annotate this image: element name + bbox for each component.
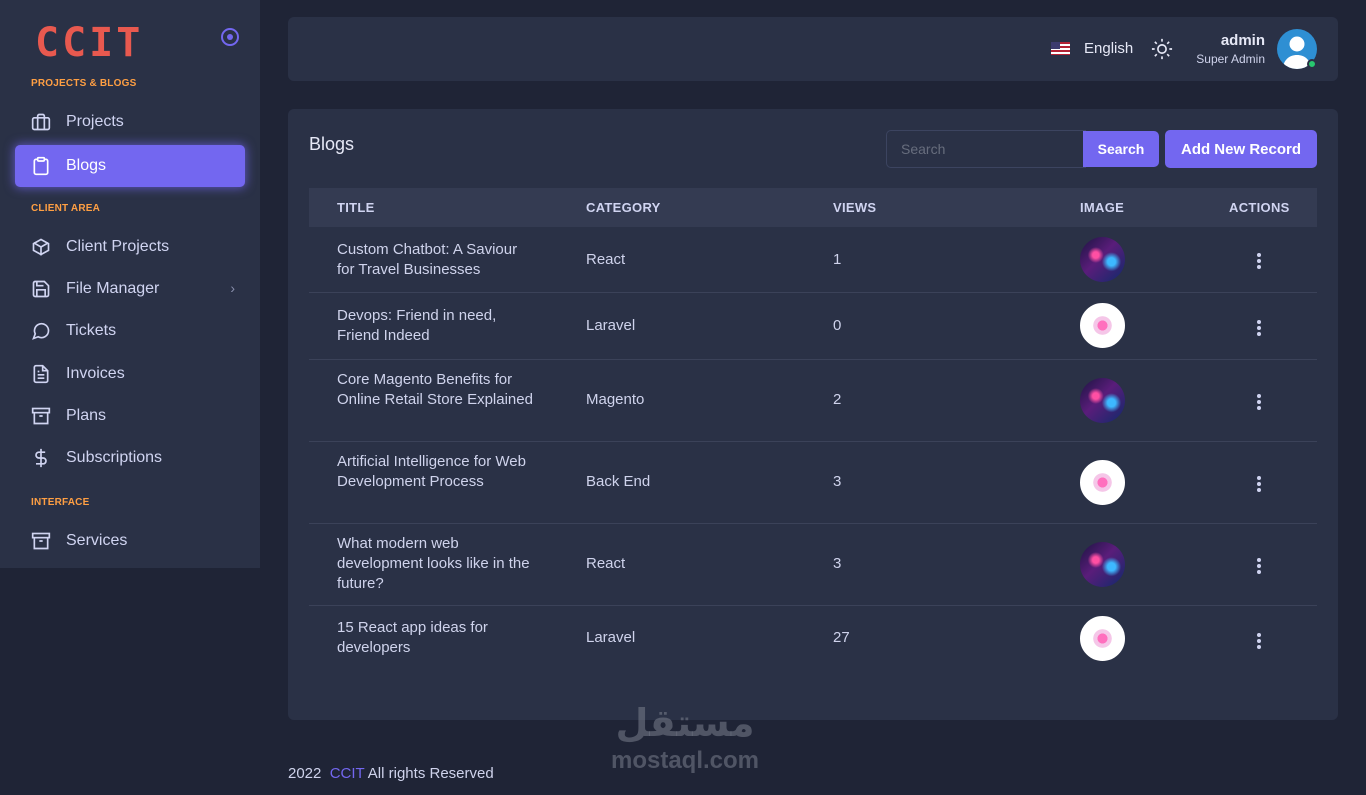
blogs-card: Blogs Search Add New Record TITLE CATEGO… xyxy=(288,109,1338,720)
section-header-projects-blogs: PROJECTS & BLOGS xyxy=(31,78,137,89)
more-vertical-icon[interactable] xyxy=(1257,394,1261,412)
sidebar-collapse-toggle-icon[interactable] xyxy=(221,28,239,46)
blog-thumbnail xyxy=(1080,378,1125,423)
search-input[interactable] xyxy=(886,130,1086,168)
save-icon xyxy=(31,279,51,299)
blog-category: React xyxy=(586,251,626,268)
clipboard-icon xyxy=(31,156,51,176)
footer-year: 2022 xyxy=(288,765,322,782)
sidebar-item-label: Services xyxy=(66,532,128,549)
box-icon xyxy=(31,237,51,257)
sidebar-item-client-projects[interactable]: Client Projects xyxy=(15,226,245,268)
blog-thumbnail xyxy=(1080,237,1125,282)
more-vertical-icon[interactable] xyxy=(1257,558,1261,576)
blog-thumbnail xyxy=(1080,460,1125,505)
table-row: Custom Chatbot: A Saviour for Travel Bus… xyxy=(309,227,1317,293)
blog-title: Custom Chatbot: A Saviour for Travel Bus… xyxy=(337,241,518,278)
archive-icon xyxy=(31,406,51,426)
footer-text: All rights Reserved xyxy=(367,765,494,782)
column-header-actions: ACTIONS xyxy=(1229,200,1290,215)
blog-views: 27 xyxy=(833,629,850,646)
sidebar-item-label: Tickets xyxy=(66,322,117,339)
column-header-title[interactable]: TITLE xyxy=(337,200,375,215)
sidebar-item-projects[interactable]: Projects xyxy=(15,101,245,143)
brand-logo[interactable]: CCIT xyxy=(35,22,143,64)
section-header-client-area: CLIENT AREA xyxy=(31,203,101,214)
blog-category: Laravel xyxy=(586,629,636,646)
blog-views: 1 xyxy=(833,251,842,268)
more-vertical-icon[interactable] xyxy=(1257,320,1261,338)
user-name[interactable]: admin xyxy=(1221,32,1265,49)
blog-title: Core Magento Benefits for Online Retail … xyxy=(337,371,533,408)
sidebar-item-label: Client Projects xyxy=(66,238,170,255)
blog-thumbnail xyxy=(1080,542,1125,587)
table-row: 15 React app ideas for developers Larave… xyxy=(309,606,1317,672)
dollar-icon xyxy=(31,448,51,468)
column-header-views[interactable]: VIEWS xyxy=(833,200,876,215)
table-header: TITLE CATEGORY VIEWS IMAGE ACTIONS xyxy=(309,188,1317,227)
online-status-badge xyxy=(1307,59,1317,69)
sidebar-item-tickets[interactable]: Tickets xyxy=(15,310,245,352)
page-title: Blogs xyxy=(309,134,355,154)
add-new-record-button[interactable]: Add New Record xyxy=(1165,130,1317,168)
sidebar-item-blogs[interactable]: Blogs xyxy=(15,145,245,187)
sidebar-item-label: Blogs xyxy=(66,157,107,174)
sidebar-item-label: Plans xyxy=(66,407,107,424)
blog-title: What modern web development looks like i… xyxy=(337,535,530,592)
sidebar-item-label: Invoices xyxy=(66,365,125,382)
sun-icon[interactable] xyxy=(1151,38,1173,60)
message-circle-icon xyxy=(31,321,51,341)
blog-category: Magento xyxy=(586,391,645,408)
table-row: What modern web development looks like i… xyxy=(309,524,1317,606)
watermark-latin: mostaql.com xyxy=(610,747,760,774)
blog-views: 2 xyxy=(833,391,842,408)
sidebar-item-label: Projects xyxy=(66,113,124,130)
blog-views: 3 xyxy=(833,473,842,490)
sidebar-item-label: Subscriptions xyxy=(66,449,163,466)
sidebar-item-invoices[interactable]: Invoices xyxy=(15,353,245,395)
footer-brand-link[interactable]: CCIT xyxy=(330,765,365,782)
watermark-arabic: مستقل xyxy=(615,703,755,745)
file-text-icon xyxy=(31,364,51,384)
chevron-right-icon: › xyxy=(230,280,235,296)
blog-thumbnail xyxy=(1080,616,1125,661)
blog-category: Laravel xyxy=(586,317,636,334)
blog-category: React xyxy=(586,555,626,572)
column-header-image: IMAGE xyxy=(1080,200,1125,215)
section-header-interface: INTERFACE xyxy=(31,497,90,508)
archive-icon xyxy=(31,531,51,551)
blog-views: 0 xyxy=(833,317,842,334)
blog-category: Back End xyxy=(586,473,651,490)
footer: 2022 CCIT All rights Reserved xyxy=(288,765,494,782)
sidebar-item-file-manager[interactable]: File Manager › xyxy=(15,268,245,310)
column-header-category[interactable]: CATEGORY xyxy=(586,200,661,215)
table-row: Artificial Intelligence for Web Developm… xyxy=(309,442,1317,524)
sidebar: CCIT PROJECTS & BLOGS Projects Blogs CLI… xyxy=(0,0,260,568)
topbar: English admin Super Admin xyxy=(288,17,1338,81)
language-selector[interactable]: English xyxy=(1084,40,1133,57)
more-vertical-icon[interactable] xyxy=(1257,633,1261,651)
watermark: مستقل mostaql.com xyxy=(600,700,770,774)
sidebar-item-label: File Manager xyxy=(66,280,160,297)
us-flag-icon[interactable] xyxy=(1051,42,1070,55)
blog-title: Artificial Intelligence for Web Developm… xyxy=(337,453,526,490)
sidebar-item-services[interactable]: Services xyxy=(15,520,245,562)
table-row: Devops: Friend in need, Friend Indeed La… xyxy=(309,293,1317,360)
more-vertical-icon[interactable] xyxy=(1257,476,1261,494)
sidebar-item-subscriptions[interactable]: Subscriptions xyxy=(15,437,245,479)
blog-thumbnail xyxy=(1080,303,1125,348)
search-button[interactable]: Search xyxy=(1083,131,1159,167)
blog-title: 15 React app ideas for developers xyxy=(337,619,488,656)
table-row: Core Magento Benefits for Online Retail … xyxy=(309,360,1317,442)
more-vertical-icon[interactable] xyxy=(1257,253,1261,271)
blog-views: 3 xyxy=(833,555,842,572)
user-role: Super Admin xyxy=(1196,52,1265,66)
blog-title: Devops: Friend in need, Friend Indeed xyxy=(337,307,497,344)
briefcase-icon xyxy=(31,112,51,132)
sidebar-item-plans[interactable]: Plans xyxy=(15,395,245,437)
